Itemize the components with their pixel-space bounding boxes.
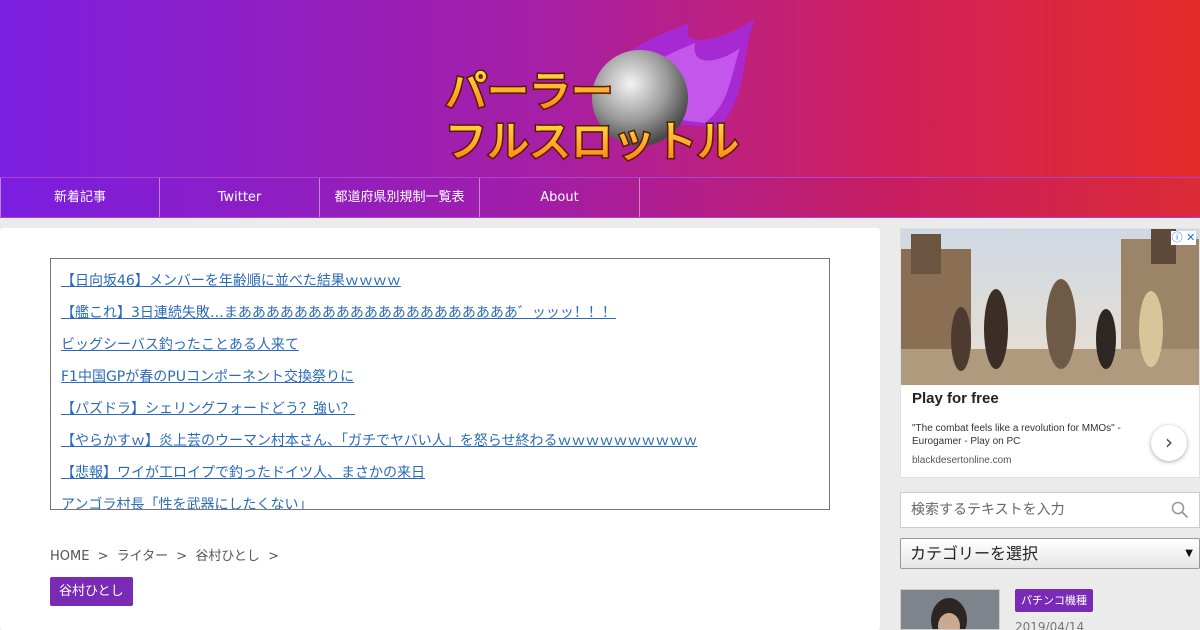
search-icon[interactable] [1171,501,1189,519]
post-date: 2019/04/14 [1015,620,1085,630]
nav-item-new-articles[interactable]: 新着記事 [0,178,160,217]
nav-item-regulations[interactable]: 都道府県別規制一覧表 [320,178,480,217]
post-thumbnail[interactable] [900,589,1000,630]
ad-description: "The combat feels like a revolution for … [912,423,1121,447]
breadcrumb-writer[interactable]: ライター [117,549,168,564]
rss-link[interactable]: F1中国GPが春のPUコンポーネント交換祭りに [61,367,819,387]
rss-link[interactable]: ビッグシーバス釣ったことある人来て [61,335,819,355]
breadcrumb: HOME > ライター > 谷村ひとし > [50,545,283,564]
author-tag[interactable]: 谷村ひとし [50,577,133,606]
search-input[interactable] [901,493,1161,527]
chevron-down-icon: ▼ [1185,548,1193,559]
breadcrumb-separator: > [176,549,188,564]
person-photo [901,590,999,629]
site-logo[interactable]: パーラー フルスロットル [440,18,760,168]
rss-link[interactable]: 【日向坂46】メンバーを年齢順に並べた結果ｗｗｗｗ [61,271,819,291]
search-box [900,492,1200,528]
ad-banner[interactable]: ⓘ ✕ Play for free "The combat feels like… [900,228,1200,478]
nav-item-about[interactable]: About [480,178,640,217]
rss-link[interactable]: 【艦これ】3日連続失敗…まああああああああああああああああああああ゛ッッッ！！！ [61,303,819,323]
site-header: パーラー フルスロットル [0,0,1200,177]
main-content: 【日向坂46】メンバーを年齢順に並べた結果ｗｗｗｗ 【艦これ】3日連続失敗…まあ… [0,228,880,630]
category-select-value: カテゴリーを選択 [910,544,1039,563]
logo-line2: フルスロットル [445,117,739,166]
ad-title[interactable]: Play for free [912,390,999,407]
breadcrumb-separator: > [268,549,279,564]
rss-link[interactable]: アンゴラ村長「性を武器にしたくない」 [61,495,819,509]
logo-line1: パーラー [445,67,613,116]
category-select[interactable]: カテゴリーを選択 ▼ [900,538,1200,569]
nav-item-twitter[interactable]: Twitter [160,178,320,217]
main-nav: 新着記事 Twitter 都道府県別規制一覧表 About [0,177,1200,218]
ad-image[interactable] [901,229,1200,385]
rss-link[interactable]: 【パズドラ】シェリングフォードどう？強い？ [61,399,819,419]
info-icon[interactable]: ⓘ ✕ [1171,231,1196,245]
category-badge[interactable]: パチンコ機種 [1015,589,1093,612]
ad-domain: blackdesertonline.com [912,455,1012,466]
chevron-right-icon[interactable]: › [1151,425,1187,461]
rss-link[interactable]: 【やらかすｗ】炎上芸のウーマン村本さん、「ガチでヤバい人」を怒らせ終わるｗｗｗｗ… [61,431,819,451]
breadcrumb-author: 谷村ひとし [195,549,260,564]
breadcrumb-home[interactable]: HOME [50,549,89,564]
rss-link[interactable]: 【悲報】ワイが工ロイプで釣ったドイツ人、まさかの来日 [61,463,819,483]
breadcrumb-separator: > [97,549,109,564]
rss-feed-box[interactable]: 【日向坂46】メンバーを年齢順に並べた結果ｗｗｗｗ 【艦これ】3日連続失敗…まあ… [50,258,830,510]
